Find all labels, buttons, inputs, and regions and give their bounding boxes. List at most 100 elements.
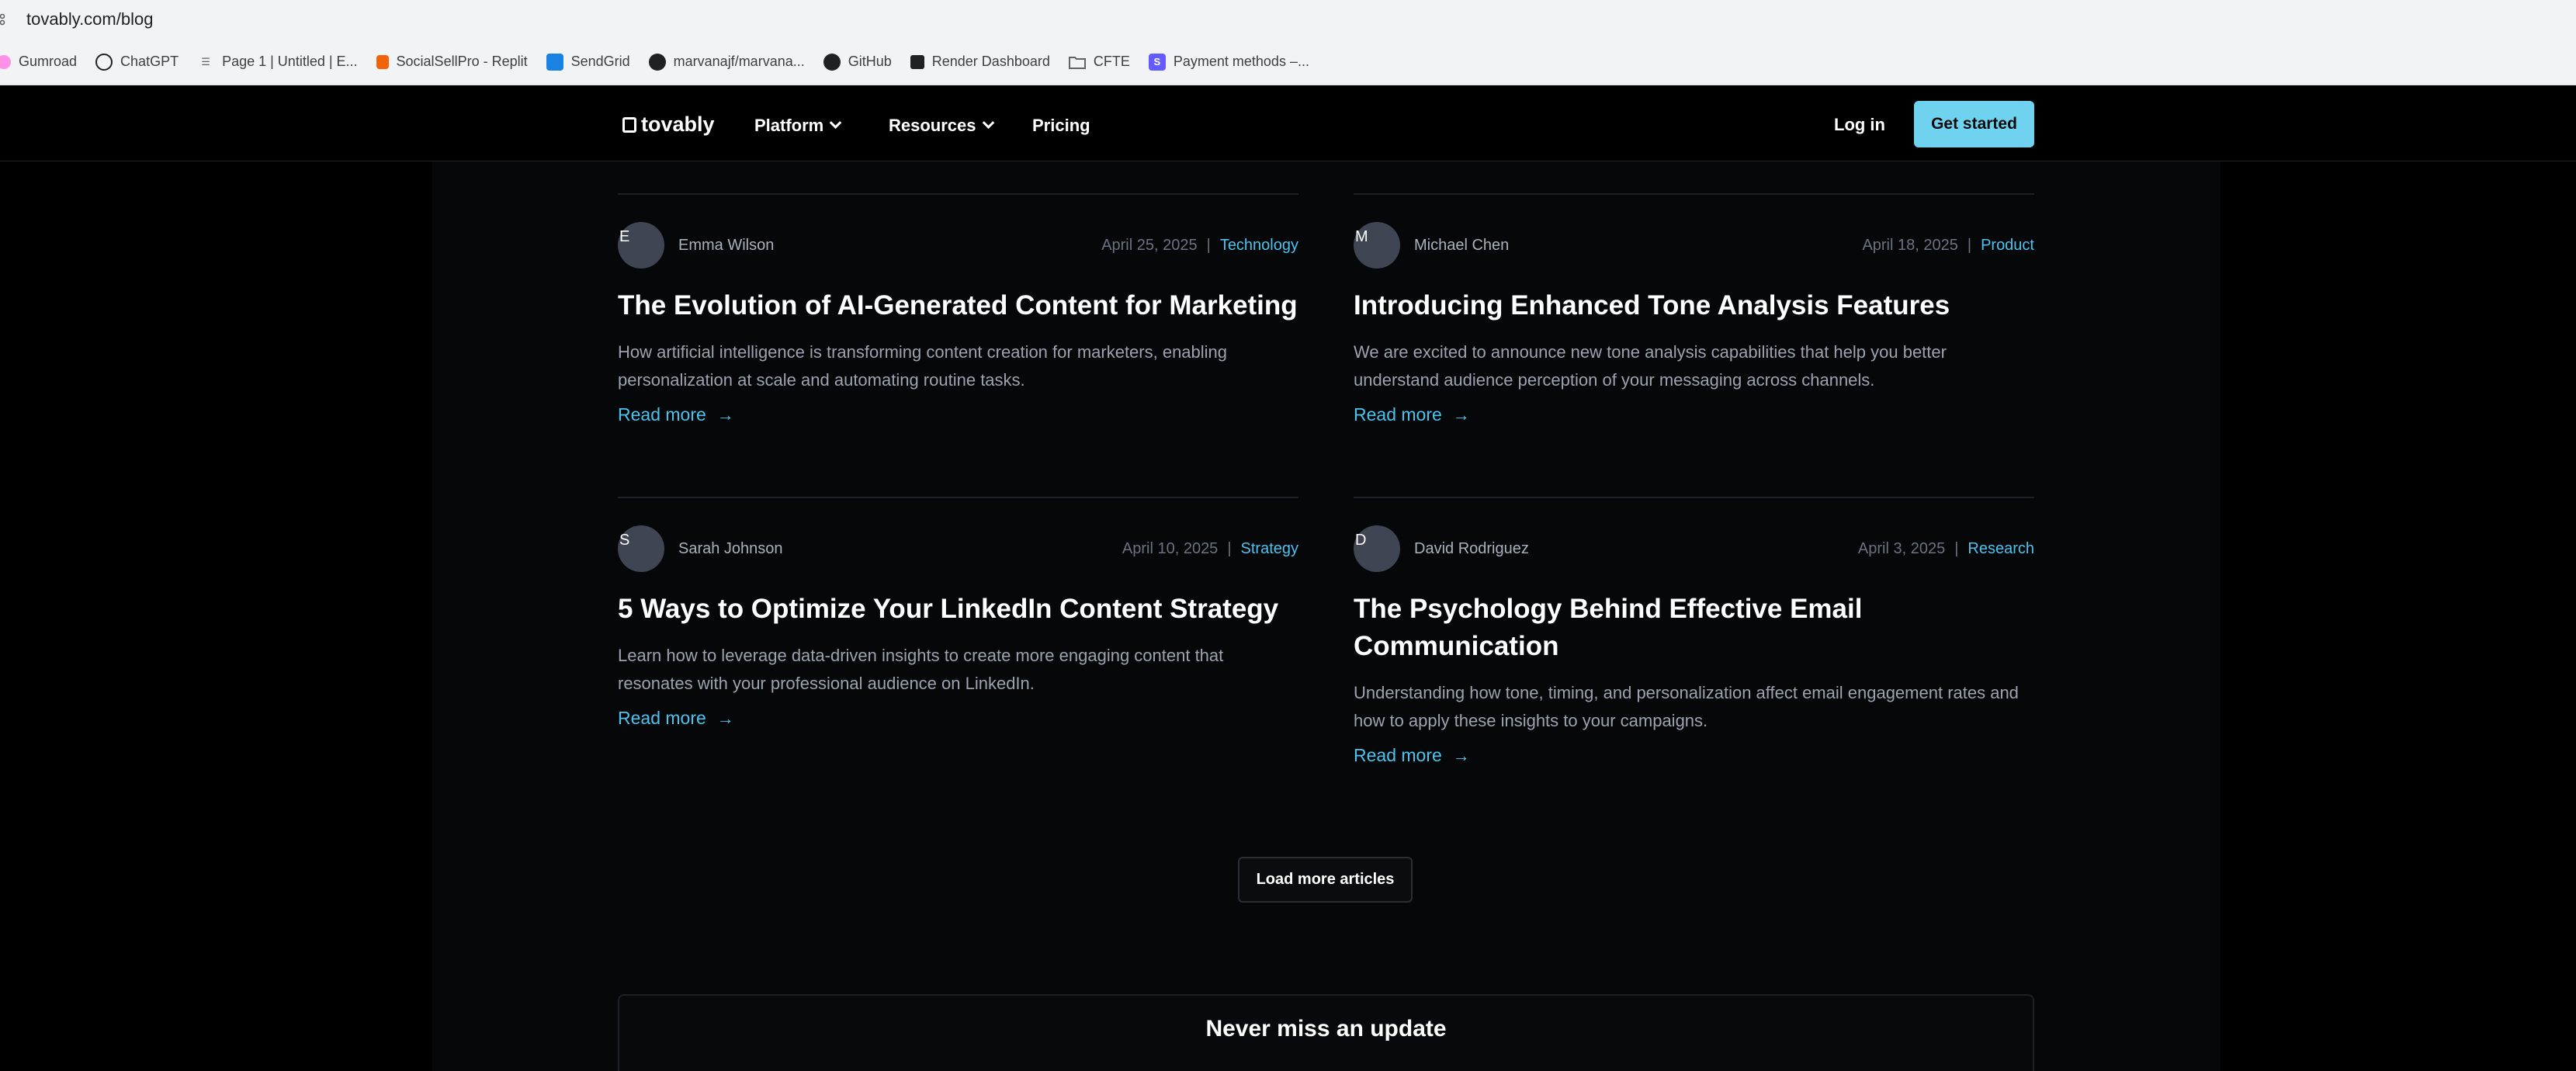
bookmark-label: Gumroad <box>19 54 78 69</box>
github-icon <box>823 53 841 71</box>
separator: | <box>1206 237 1211 254</box>
bookmark-label: ChatGPT <box>120 54 179 69</box>
separator: | <box>1967 237 1972 254</box>
read-more-link[interactable]: Read more → <box>1354 404 1470 425</box>
divider <box>1354 497 2034 498</box>
bookmark-chatgpt[interactable]: ChatGPT <box>95 53 179 71</box>
category-link[interactable]: Research <box>1968 540 2034 557</box>
login-link[interactable]: Log in <box>1834 115 1885 135</box>
gumroad-icon <box>0 54 11 69</box>
chevron-down-icon <box>982 116 994 129</box>
page: tovably Platform Resources Pricing Log i… <box>0 86 2576 1071</box>
arrow-right-icon: → <box>716 404 734 425</box>
date-category: April 10, 2025 | Strategy <box>1122 540 1298 558</box>
chatgpt-icon <box>95 53 113 71</box>
article-title[interactable]: The Evolution of AI-Generated Content fo… <box>618 287 1298 324</box>
site-settings-icon[interactable] <box>0 10 14 29</box>
article-meta: E Emma Wilson April 25, 2025 | Technology <box>618 222 1298 269</box>
url-text[interactable]: tovably.com/blog <box>26 9 153 29</box>
nav-pricing[interactable]: Pricing <box>1032 116 1090 136</box>
article-title[interactable]: 5 Ways to Optimize Your LinkedIn Content… <box>618 591 1298 628</box>
avatar-initial: S <box>619 532 630 549</box>
read-more-label: Read more <box>618 708 706 728</box>
bookmark-label: SendGrid <box>570 54 630 69</box>
browser-address-bar[interactable]: tovably.com/blog <box>0 0 2576 39</box>
bookmark-gumroad[interactable]: Gumroad <box>0 54 77 70</box>
newsletter-title: Never miss an update <box>1205 1016 1447 1042</box>
article-date: April 10, 2025 <box>1122 540 1219 557</box>
article-date: April 3, 2025 <box>1857 540 1946 557</box>
divider <box>1354 193 2034 195</box>
nav-resources[interactable]: Resources <box>889 116 994 136</box>
article-card: E Emma Wilson April 25, 2025 | Technology … <box>618 222 1298 455</box>
bookmark-render[interactable]: Render Dashboard <box>910 54 1050 70</box>
category-link[interactable]: Product <box>1981 237 2034 254</box>
article-excerpt: How artificial intelligence is transform… <box>618 342 1228 390</box>
avatar: M <box>1354 222 1400 269</box>
arrow-right-icon: → <box>1452 404 1470 425</box>
chevron-down-icon <box>829 116 842 129</box>
nav-pricing-label: Pricing <box>1032 116 1090 135</box>
bookmark-label: Payment methods –... <box>1173 54 1309 69</box>
divider <box>618 497 1298 498</box>
avatar: E <box>618 222 664 269</box>
nav-platform-label: Platform <box>754 116 824 135</box>
github-icon <box>648 53 666 71</box>
bookmark-payment-methods[interactable]: S Payment methods –... <box>1148 53 1309 71</box>
newsletter-section: Never miss an update <box>618 994 2034 1071</box>
page-icon: ☰ <box>201 55 210 68</box>
read-more-link[interactable]: Read more → <box>618 404 734 425</box>
replit-icon <box>376 54 389 69</box>
article-meta: D David Rodriguez April 3, 2025 | Research <box>1354 525 2034 572</box>
avatar-initial: E <box>619 228 630 245</box>
bookmark-label: SocialSellPro - Replit <box>396 54 528 69</box>
bookmark-label: marvanajf/marvana... <box>673 54 805 69</box>
article-card: S Sarah Johnson April 10, 2025 | Strategy … <box>618 525 1298 758</box>
article-title[interactable]: The Psychology Behind Effective Email Co… <box>1354 591 1943 665</box>
nav-platform[interactable]: Platform <box>754 116 842 136</box>
logo-text: tovably <box>641 113 715 136</box>
site-navbar: tovably Platform Resources Pricing Log i… <box>0 86 2576 161</box>
bookmark-sendgrid[interactable]: SendGrid <box>546 53 630 71</box>
render-icon <box>910 54 924 69</box>
separator: | <box>1227 540 1232 557</box>
avatar-initial: M <box>1355 228 1368 245</box>
logo[interactable]: tovably <box>622 113 715 137</box>
bookmark-cfte[interactable]: CFTE <box>1068 54 1130 71</box>
bookmark-label: Render Dashboard <box>931 54 1050 69</box>
author-name: Sarah Johnson <box>678 540 783 557</box>
bookmark-marvana[interactable]: marvanajf/marvana... <box>648 53 805 71</box>
read-more-label: Read more <box>1354 404 1442 425</box>
bookmark-label: GitHub <box>848 54 892 69</box>
read-more-link[interactable]: Read more → <box>1354 745 1470 766</box>
folder-icon <box>1068 54 1086 71</box>
avatar: S <box>618 525 664 572</box>
sendgrid-icon <box>546 53 563 71</box>
get-started-button[interactable]: Get started <box>1914 101 2034 147</box>
bookmark-label: Page 1 | Untitled | E... <box>222 54 358 69</box>
date-category: April 25, 2025 | Technology <box>1101 237 1298 255</box>
bookmark-github[interactable]: GitHub <box>823 53 892 71</box>
article-card: M Michael Chen April 18, 2025 | Product In… <box>1354 222 2034 455</box>
bookmarks-bar: Gumroad ChatGPT ☰ Page 1 | Untitled | E.… <box>0 39 2576 85</box>
read-more-label: Read more <box>618 404 706 425</box>
load-more-button[interactable]: Load more articles <box>1238 857 1413 903</box>
read-more-label: Read more <box>1354 745 1442 765</box>
separator: | <box>1954 540 1959 557</box>
arrow-right-icon: → <box>1452 745 1470 765</box>
bookmark-replit[interactable]: SocialSellPro - Replit <box>376 54 528 70</box>
category-link[interactable]: Technology <box>1220 237 1298 254</box>
avatar: D <box>1354 525 1400 572</box>
article-meta: S Sarah Johnson April 10, 2025 | Strategy <box>618 525 1298 572</box>
author-name: Michael Chen <box>1414 237 1510 254</box>
article-excerpt: We are excited to announce new tone anal… <box>1354 342 1947 390</box>
stripe-icon: S <box>1148 53 1166 71</box>
date-category: April 3, 2025 | Research <box>1858 540 2034 558</box>
category-link[interactable]: Strategy <box>1241 540 1298 557</box>
read-more-link[interactable]: Read more → <box>618 708 734 729</box>
nav-resources-label: Resources <box>889 116 976 135</box>
avatar-initial: D <box>1355 532 1367 549</box>
article-title[interactable]: Introducing Enhanced Tone Analysis Featu… <box>1354 287 2034 324</box>
bookmark-page-untitled[interactable]: ☰ Page 1 | Untitled | E... <box>197 54 357 71</box>
article-card: D David Rodriguez April 3, 2025 | Research… <box>1354 525 2034 789</box>
